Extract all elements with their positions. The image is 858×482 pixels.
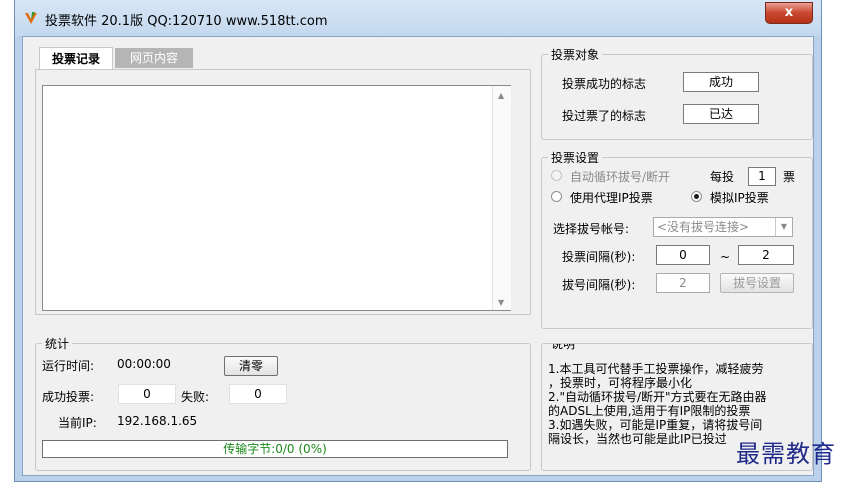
proxy-ip-radio[interactable] [551, 191, 562, 202]
title-bar[interactable]: 投票软件 20.1版 QQ:120710 www.518tt.com x [15, 0, 821, 36]
watermark-text: 最需教育 [736, 440, 836, 468]
tab-web-content[interactable]: 网页内容 [115, 48, 193, 68]
voted-flag-input[interactable]: 已达 [683, 104, 759, 124]
runtime-value: 00:00:00 [117, 357, 171, 371]
success-flag-label: 投票成功的标志 [562, 77, 647, 91]
vote-settings-group: 投票设置 自动循环拔号/断开 每投 1 票 使用代理IP投票 模拟IP投票 选择… [541, 149, 813, 329]
per-vote-input[interactable]: 1 [748, 167, 776, 186]
client-area: 投票记录 网页内容 ▲ ▼ 投票对象 投票成功的标志 成功 投过票了的标志 已达… [22, 36, 814, 476]
info-line: 2."自动循环拔号/断开"方式要在无路由器 [548, 390, 767, 404]
info-line: ，投票时，可将程序最小化 [548, 376, 693, 390]
current-ip-value: 192.168.1.65 [117, 414, 198, 428]
info-line: 3.如遇失败，可能是IP重复，请将拔号间 [548, 418, 763, 432]
fail-count-value: 0 [229, 384, 287, 404]
tab-label: 投票记录 [51, 52, 100, 66]
progress-text: 传输字节:0/0 (0%) [223, 442, 327, 456]
per-vote-suffix: 票 [783, 170, 796, 184]
simulate-ip-radio[interactable] [691, 191, 702, 202]
vote-target-group: 投票对象 投票成功的标志 成功 投过票了的标志 已达 [541, 46, 813, 140]
simulate-ip-label: 模拟IP投票 [710, 191, 769, 205]
tab-label: 网页内容 [129, 51, 178, 65]
current-ip-label: 当前IP: [58, 416, 97, 430]
success-count-value: 0 [118, 384, 176, 404]
dial-account-value: <没有拔号连接> [657, 220, 750, 234]
info-line: 1.本工具可代替手工投票操作，减轻疲劳 [548, 362, 764, 376]
info-legend: 说明 [548, 344, 579, 352]
runtime-label: 运行时间: [42, 359, 95, 373]
app-window: 投票软件 20.1版 QQ:120710 www.518tt.com x 投票记… [14, 0, 822, 482]
vote-interval-min-input[interactable]: 0 [656, 245, 710, 265]
dial-account-select[interactable]: <没有拔号连接> ▼ [653, 217, 793, 237]
stats-legend: 统计 [42, 335, 73, 352]
dropdown-arrow-icon[interactable]: ▼ [775, 218, 792, 236]
success-flag-input[interactable]: 成功 [683, 72, 759, 92]
info-line: 的ADSL上使用,适用于有IP限制的投票 [548, 404, 751, 418]
interval-separator: ~ [720, 250, 731, 264]
app-logo-icon [25, 12, 37, 24]
vote-interval-label: 投票间隔(秒): [562, 250, 636, 264]
close-button[interactable]: x [765, 2, 813, 24]
dial-interval-label: 拔号间隔(秒): [562, 278, 636, 292]
vote-log-textarea[interactable] [42, 85, 511, 311]
per-vote-prefix: 每投 [710, 170, 735, 184]
vote-settings-legend: 投票设置 [548, 149, 603, 166]
transfer-progress-bar: 传输字节:0/0 (0%) [42, 440, 508, 458]
window-title: 投票软件 20.1版 QQ:120710 www.518tt.com [45, 14, 328, 29]
vote-target-legend: 投票对象 [548, 46, 603, 63]
auto-dial-label: 自动循环拔号/断开 [570, 170, 671, 184]
proxy-ip-label: 使用代理IP投票 [570, 191, 653, 205]
scroll-up-arrow-icon[interactable]: ▲ [498, 91, 504, 100]
scroll-down-arrow-icon[interactable]: ▼ [498, 298, 504, 307]
voted-flag-label: 投过票了的标志 [562, 109, 647, 123]
dial-settings-button[interactable]: 拔号设置 [720, 273, 794, 293]
clear-button[interactable]: 清零 [224, 356, 278, 376]
stats-group: 统计 运行时间: 00:00:00 清零 成功投票: 0 失败: 0 当前IP:… [35, 335, 531, 471]
dial-interval-input[interactable]: 2 [656, 273, 710, 293]
fail-count-label: 失败: [181, 390, 210, 404]
success-count-label: 成功投票: [42, 390, 95, 404]
vote-interval-max-input[interactable]: 2 [738, 245, 794, 265]
dial-account-label: 选择拔号帐号: [553, 222, 630, 236]
vertical-scrollbar[interactable]: ▲ ▼ [492, 86, 511, 310]
auto-dial-radio[interactable] [551, 170, 562, 181]
tab-vote-record[interactable]: 投票记录 [39, 47, 113, 70]
